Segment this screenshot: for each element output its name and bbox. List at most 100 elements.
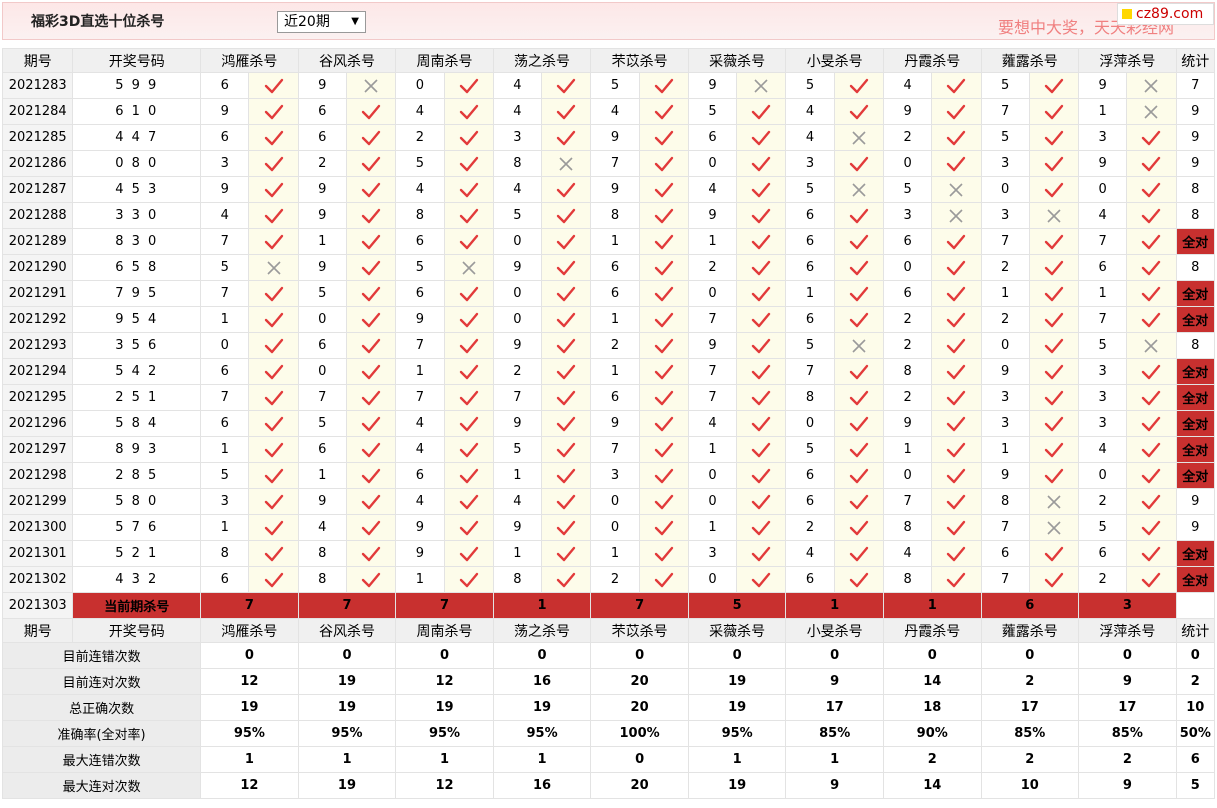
stats-value: 0 (590, 746, 689, 773)
kill-number-cell: 7 (395, 384, 445, 411)
check-icon (443, 332, 494, 359)
check-icon (931, 254, 982, 281)
kill-number-cell: 1 (200, 436, 250, 463)
check-icon (833, 384, 884, 411)
check-icon (833, 228, 884, 255)
kill-number-cell: 0 (687, 462, 738, 489)
check-icon (541, 384, 592, 411)
issue-cell: 2021295 (1, 384, 74, 411)
kill-number-cell: 7 (785, 358, 835, 385)
kill-number-cell: 0 (882, 150, 933, 177)
col-header-expert: 荡之杀号 (492, 618, 592, 643)
issue-cell: 2021284 (1, 98, 74, 125)
stats-value: 14 (882, 772, 982, 799)
kill-number-cell: 9 (297, 488, 347, 515)
kill-number-cell: 5 (200, 462, 250, 489)
check-icon (638, 540, 689, 567)
draw-number-cell: 3 3 0 (72, 202, 202, 229)
issue-cell: 2021283 (1, 72, 74, 99)
check-icon (248, 332, 299, 359)
check-icon (1126, 306, 1177, 333)
stats-value: 12 (200, 668, 299, 695)
check-icon (736, 332, 787, 359)
kill-number-cell: 9 (1078, 72, 1128, 99)
kill-number-cell: 9 (395, 514, 445, 541)
kill-number-cell: 6 (200, 358, 250, 385)
table-row: 2021289 8 3 0 7 1 6 0 1 1 6 6 7 7 全对 (1, 228, 1216, 255)
current-kill-number: 1 (882, 592, 982, 619)
stats-total: 2 (1175, 668, 1216, 695)
check-icon (345, 332, 397, 359)
stats-row: 最大连错次数 1 1 1 1 0 1 1 2 2 2 6 (1, 746, 1216, 773)
col-header-expert: 浮萍杀号 (1078, 48, 1177, 73)
kill-number-cell: 6 (395, 228, 445, 255)
check-icon (443, 280, 494, 307)
current-kill-number: 7 (395, 592, 494, 619)
table-row: 2021288 3 3 049858963348 (1, 202, 1216, 229)
kill-number-cell: 4 (882, 540, 933, 567)
kill-number-cell: 2 (297, 150, 347, 177)
check-icon (1028, 462, 1080, 489)
kill-number-cell: 2 (1078, 488, 1128, 515)
issue-cell: 2021287 (1, 176, 74, 203)
check-icon (1126, 228, 1177, 255)
check-icon (345, 566, 397, 593)
check-icon (833, 98, 884, 125)
check-icon (248, 72, 299, 99)
stat-cell: 9 (1175, 514, 1216, 541)
stats-value: 9 (1078, 668, 1177, 695)
check-icon (1126, 488, 1177, 515)
check-icon (541, 228, 592, 255)
stats-value: 12 (200, 772, 299, 799)
kill-number-cell: 7 (687, 306, 738, 333)
cross-icon (1028, 488, 1080, 515)
kill-number-cell: 6 (590, 280, 640, 307)
stats-row: 总正确次数 19 19 19 19 20 19 17 18 17 17 10 (1, 694, 1216, 721)
period-select[interactable]: 近20期 ▼ (277, 11, 366, 33)
kill-number-cell: 2 (395, 124, 445, 151)
check-icon (1028, 332, 1080, 359)
cross-icon (541, 150, 592, 177)
kill-number-cell: 9 (492, 332, 543, 359)
kill-number-cell: 0 (395, 72, 445, 99)
col-header-expert: 荡之杀号 (492, 48, 592, 73)
table-row: 2021284 6 1 096444549719 (1, 98, 1216, 125)
issue-cell: 2021300 (1, 514, 74, 541)
cross-icon (833, 124, 884, 151)
check-icon (248, 436, 299, 463)
check-icon (736, 410, 787, 437)
kill-number-cell: 5 (1078, 514, 1128, 541)
kill-number-cell: 1 (882, 436, 933, 463)
check-icon (248, 228, 299, 255)
col-header-expert: 鸿雁杀号 (200, 618, 299, 643)
kill-number-cell: 4 (590, 98, 640, 125)
stats-total: 0 (1175, 642, 1216, 669)
draw-number-cell: 8 9 3 (72, 436, 202, 463)
draw-number-cell: 5 8 0 (72, 488, 202, 515)
table-row: 2021283 5 9 96 9 0 4 5 9 5 4 5 9 7 (1, 72, 1216, 99)
stat-cell: 8 (1175, 202, 1216, 229)
kill-number-cell: 6 (785, 462, 835, 489)
check-icon (443, 306, 494, 333)
stats-row: 准确率(全对率) 95% 95% 95% 95% 100% 95% 85% 90% 85% 85% 5… (1, 720, 1216, 747)
stats-value: 20 (590, 694, 689, 721)
check-icon (833, 410, 884, 437)
stat-cell: 8 (1175, 176, 1216, 203)
kill-number-cell: 0 (297, 306, 347, 333)
check-icon (248, 384, 299, 411)
check-icon (931, 540, 982, 567)
kill-number-cell: 8 (200, 540, 250, 567)
kill-number-cell: 6 (590, 254, 640, 281)
kill-number-cell: 1 (687, 228, 738, 255)
stat-cell: 7 (1175, 72, 1216, 99)
kill-number-cell: 7 (1078, 306, 1128, 333)
check-icon (1028, 306, 1080, 333)
kill-number-cell: 5 (590, 72, 640, 99)
site-logo[interactable]: cz89.com (1117, 3, 1214, 25)
kill-number-cell: 9 (590, 124, 640, 151)
col-header-draw: 开奖号码 (72, 48, 202, 73)
kill-number-cell: 6 (590, 384, 640, 411)
col-header-expert: 芣苡杀号 (590, 48, 689, 73)
kill-number-cell: 2 (980, 306, 1030, 333)
check-icon (931, 384, 982, 411)
